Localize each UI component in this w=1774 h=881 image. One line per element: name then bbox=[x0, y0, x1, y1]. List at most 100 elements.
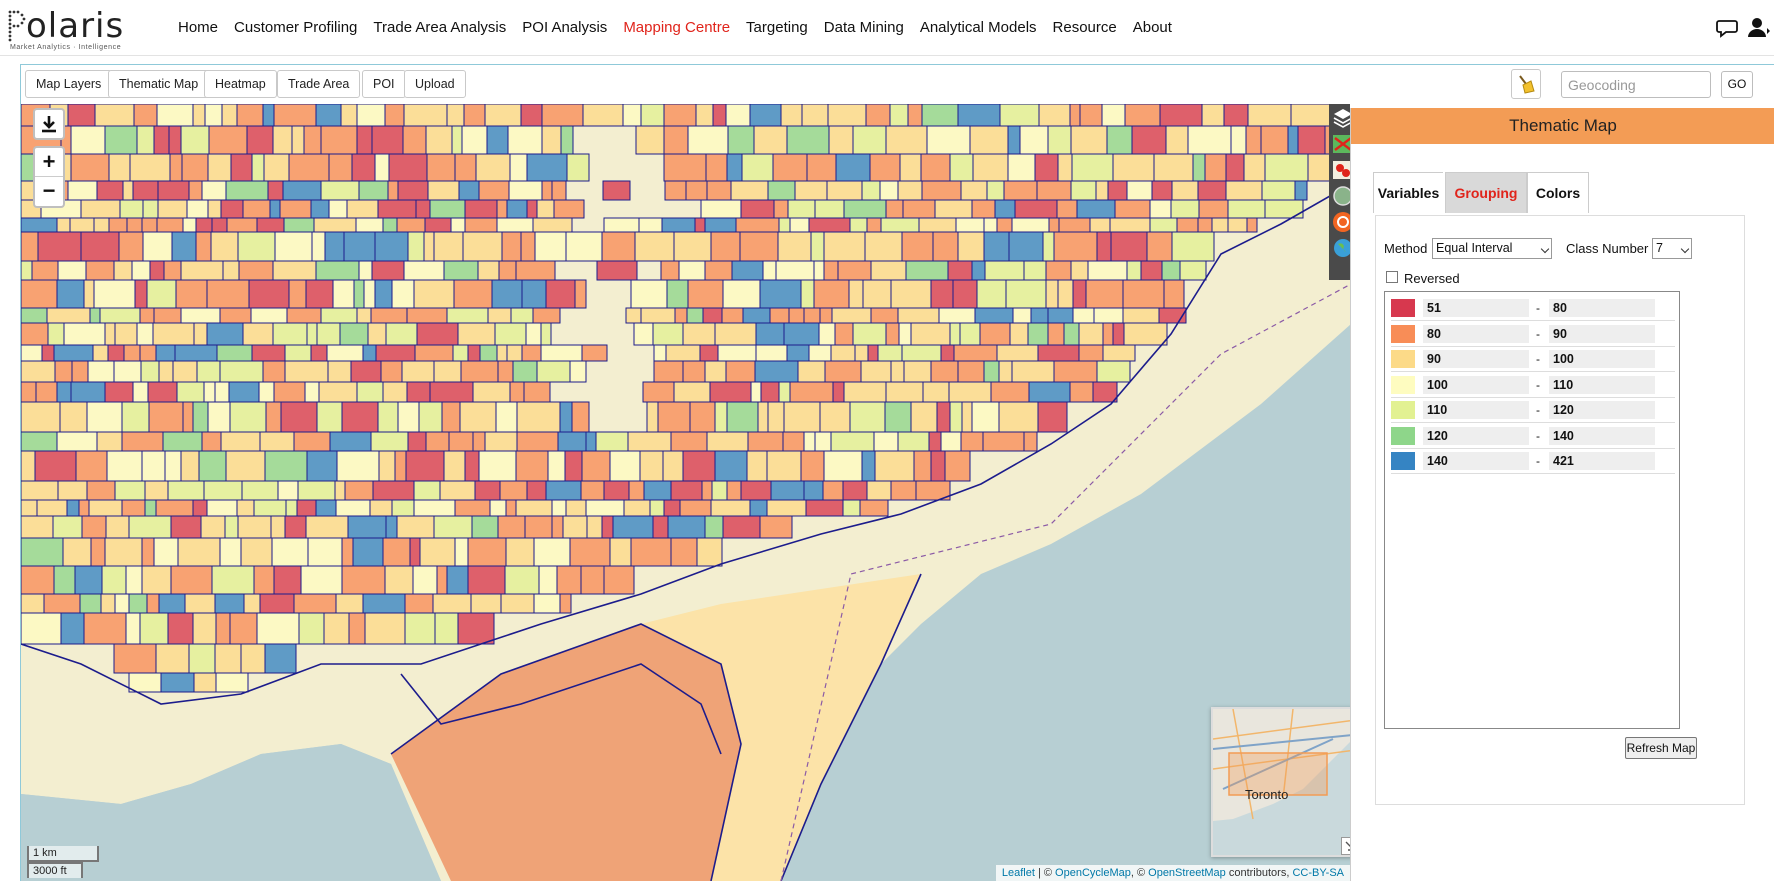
census-tract[interactable] bbox=[1101, 104, 1126, 127]
census-tract[interactable] bbox=[296, 499, 317, 517]
census-tract[interactable] bbox=[320, 180, 360, 201]
census-tract[interactable] bbox=[547, 450, 566, 482]
census-tract[interactable] bbox=[538, 565, 558, 595]
class-color-swatch[interactable] bbox=[1391, 401, 1415, 419]
census-tract[interactable] bbox=[907, 104, 923, 127]
census-tract[interactable] bbox=[282, 180, 322, 201]
census-tract[interactable] bbox=[564, 450, 583, 482]
census-tract[interactable] bbox=[70, 125, 106, 155]
tab-colors[interactable]: Colors bbox=[1527, 172, 1589, 213]
census-tract[interactable] bbox=[472, 431, 486, 452]
census-tract[interactable] bbox=[960, 180, 988, 201]
minimap-toggle-button[interactable] bbox=[1341, 837, 1350, 855]
census-tract[interactable] bbox=[759, 515, 793, 539]
census-tract[interactable] bbox=[1011, 217, 1050, 233]
census-tract[interactable] bbox=[803, 431, 816, 452]
census-tract[interactable] bbox=[237, 515, 272, 539]
census-tract[interactable] bbox=[982, 431, 1025, 452]
census-tract[interactable] bbox=[890, 480, 917, 501]
census-tract[interactable] bbox=[186, 199, 209, 219]
census-tract[interactable] bbox=[862, 279, 892, 309]
census-tract[interactable] bbox=[755, 322, 785, 346]
census-tract[interactable] bbox=[769, 307, 790, 324]
census-tract[interactable] bbox=[920, 153, 951, 182]
census-tract[interactable] bbox=[479, 344, 498, 362]
census-tract[interactable] bbox=[350, 360, 382, 383]
census-tract[interactable] bbox=[1078, 322, 1104, 346]
census-tract[interactable] bbox=[571, 401, 590, 433]
census-tract[interactable] bbox=[523, 381, 551, 403]
census-tract[interactable] bbox=[78, 499, 90, 517]
census-tract[interactable] bbox=[201, 431, 222, 452]
census-tract[interactable] bbox=[139, 307, 155, 324]
census-tract[interactable] bbox=[726, 153, 743, 182]
census-tract[interactable] bbox=[464, 199, 498, 219]
census-tract[interactable] bbox=[1179, 260, 1207, 281]
census-tract[interactable] bbox=[556, 565, 582, 595]
census-tract[interactable] bbox=[198, 450, 227, 482]
census-tract[interactable] bbox=[335, 593, 364, 614]
census-tract[interactable] bbox=[57, 480, 88, 501]
census-tract[interactable] bbox=[457, 612, 495, 645]
census-tract[interactable] bbox=[860, 360, 892, 383]
census-tract[interactable] bbox=[1106, 125, 1133, 155]
census-tract[interactable] bbox=[949, 401, 963, 433]
census-tract[interactable] bbox=[1261, 180, 1296, 201]
census-tract[interactable] bbox=[436, 565, 448, 595]
census-tract[interactable] bbox=[1023, 260, 1047, 281]
census-tract[interactable] bbox=[1170, 199, 1200, 219]
census-tract[interactable] bbox=[100, 593, 116, 614]
census-tract[interactable] bbox=[536, 360, 571, 383]
census-tract[interactable] bbox=[446, 565, 469, 595]
census-tract[interactable] bbox=[163, 260, 182, 281]
census-tract[interactable] bbox=[207, 401, 231, 433]
census-tract[interactable] bbox=[780, 104, 803, 127]
census-tract[interactable] bbox=[429, 381, 474, 403]
census-tract[interactable] bbox=[262, 360, 286, 383]
census-tract[interactable] bbox=[461, 125, 488, 155]
census-tract[interactable] bbox=[196, 360, 221, 383]
census-tract[interactable] bbox=[699, 344, 719, 362]
census-tract[interactable] bbox=[36, 499, 68, 517]
census-tract[interactable] bbox=[1085, 279, 1124, 309]
census-tract[interactable] bbox=[162, 431, 203, 452]
census-tract[interactable] bbox=[979, 322, 1011, 346]
census-tract[interactable] bbox=[491, 279, 523, 309]
census-tract[interactable] bbox=[740, 199, 775, 219]
census-tract[interactable] bbox=[910, 401, 938, 433]
census-tract[interactable] bbox=[823, 450, 863, 482]
census-tract[interactable] bbox=[66, 499, 80, 517]
census-tract[interactable] bbox=[1037, 344, 1080, 362]
census-tract[interactable] bbox=[454, 153, 477, 182]
census-tract[interactable] bbox=[702, 307, 723, 324]
class-color-swatch[interactable] bbox=[1391, 299, 1415, 317]
census-tract[interactable] bbox=[96, 180, 124, 201]
census-tract[interactable] bbox=[990, 381, 1030, 403]
census-tract[interactable] bbox=[478, 450, 517, 482]
census-tract[interactable] bbox=[582, 104, 624, 127]
census-tract[interactable] bbox=[1048, 217, 1060, 233]
census-tract[interactable] bbox=[238, 260, 274, 281]
census-tract[interactable] bbox=[712, 104, 727, 127]
census-tract[interactable] bbox=[957, 231, 985, 262]
census-tract[interactable] bbox=[1107, 180, 1128, 201]
census-tract[interactable] bbox=[972, 153, 1009, 182]
census-tract[interactable] bbox=[401, 360, 435, 383]
census-tract[interactable] bbox=[1053, 360, 1098, 383]
census-tract[interactable] bbox=[251, 344, 286, 362]
census-tract[interactable] bbox=[56, 431, 98, 452]
census-tract[interactable] bbox=[670, 480, 703, 501]
nav-item-customer-profiling[interactable]: Customer Profiling bbox=[226, 18, 365, 38]
census-tract[interactable] bbox=[142, 231, 173, 262]
census-tract[interactable] bbox=[203, 480, 243, 501]
opencyclemap-link[interactable]: OpenCycleMap bbox=[1055, 867, 1131, 879]
census-tract[interactable] bbox=[562, 515, 588, 539]
census-tract[interactable] bbox=[147, 381, 178, 403]
census-tract[interactable] bbox=[358, 180, 389, 201]
census-tract[interactable] bbox=[814, 199, 845, 219]
census-tract[interactable] bbox=[1019, 125, 1049, 155]
census-tract[interactable] bbox=[714, 450, 748, 482]
census-tract[interactable] bbox=[356, 307, 372, 324]
census-tract[interactable] bbox=[983, 231, 1010, 262]
census-tract[interactable] bbox=[484, 431, 518, 452]
